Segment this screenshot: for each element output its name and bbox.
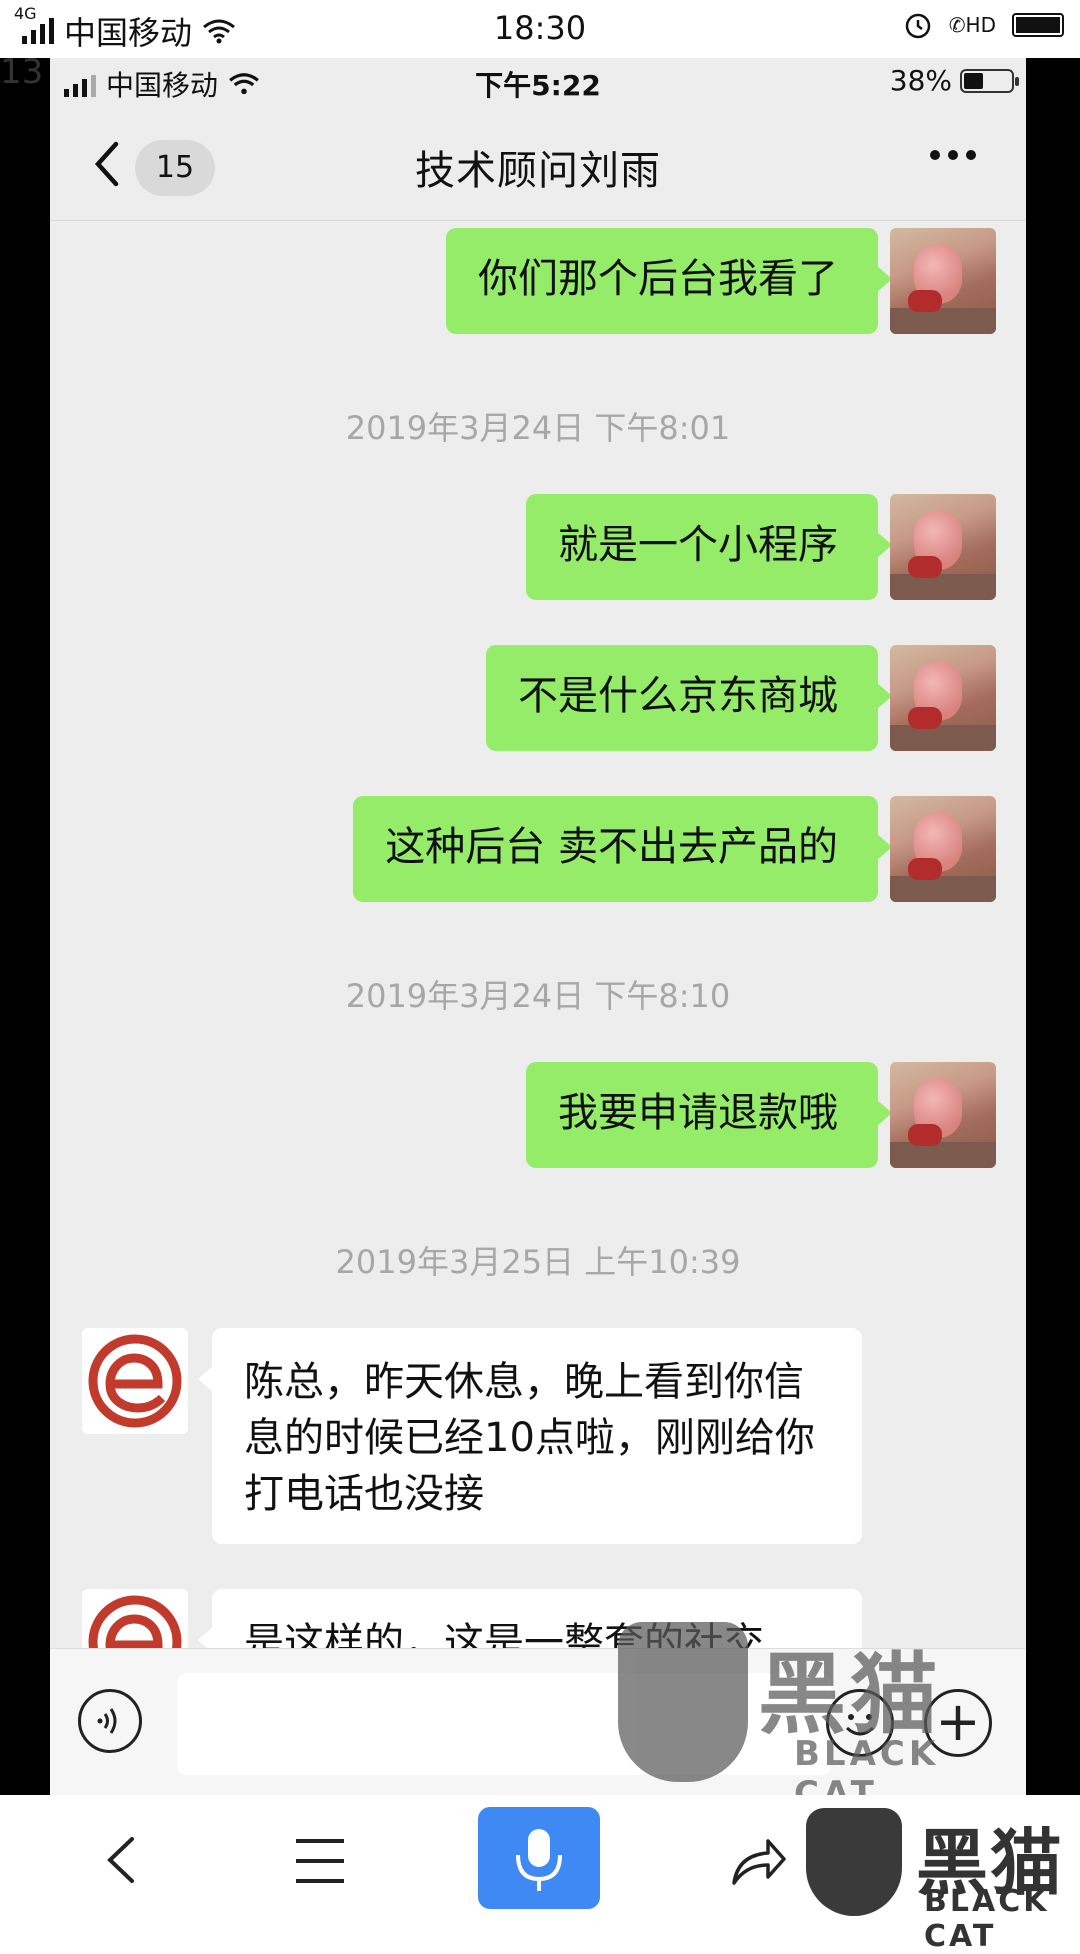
back-arrow-icon[interactable] xyxy=(96,1833,150,1887)
chat-screenshot: 中国移动 下午5:22 38% 15 技术顾问刘雨 你们那个后台我看了 2019… xyxy=(50,58,1026,1795)
message-bubble-incoming[interactable]: 陈总，昨天休息，晚上看到你信息的时候已经10点啦，刚刚给你打电话也没接 xyxy=(198,1328,862,1544)
timestamp: 2019年3月24日 下午8:10 xyxy=(345,977,731,1015)
chat-header: 15 技术顾问刘雨 xyxy=(50,108,1026,221)
my-avatar[interactable] xyxy=(890,1062,996,1168)
message-bubble-outgoing[interactable]: 我要申请退款哦 xyxy=(526,1062,892,1168)
chat-title: 技术顾问刘雨 xyxy=(415,148,661,194)
message-bubble-outgoing[interactable]: 这种后台 卖不出去产品的 xyxy=(353,796,892,902)
cat-shield-icon xyxy=(806,1808,902,1916)
watermark-en: BLACK CAT xyxy=(924,1884,1050,1954)
hd-label: HD xyxy=(965,13,996,37)
side-number: 13 xyxy=(0,52,44,92)
my-avatar[interactable] xyxy=(890,494,996,600)
voice-icon[interactable] xyxy=(78,1689,142,1753)
my-avatar[interactable] xyxy=(890,645,996,751)
message-bubble-outgoing[interactable]: 就是一个小程序 xyxy=(526,494,892,600)
watermark-cn: 黑猫 xyxy=(758,1643,943,1746)
hd-call-icon: ✆HD xyxy=(948,13,996,37)
left-black-border xyxy=(0,58,50,1795)
more-dots-icon[interactable] xyxy=(930,150,976,160)
timestamp: 2019年3月25日 上午10:39 xyxy=(335,1243,741,1281)
alarm-icon xyxy=(905,13,931,39)
my-avatar[interactable] xyxy=(890,228,996,334)
inner-clock: 下午5:22 xyxy=(475,69,601,102)
inner-status-bar: 中国移动 下午5:22 38% xyxy=(50,58,1026,106)
my-avatar[interactable] xyxy=(890,796,996,902)
company-logo-icon xyxy=(88,1334,182,1428)
system-battery-icon xyxy=(1012,13,1064,37)
cat-shield-icon xyxy=(618,1622,748,1782)
contact-avatar[interactable] xyxy=(82,1328,188,1434)
right-black-border xyxy=(1026,58,1080,1795)
timestamp: 2019年3月24日 下午8:01 xyxy=(345,409,731,447)
share-icon[interactable] xyxy=(728,1831,788,1889)
battery-icon xyxy=(960,68,1019,93)
system-status-bar: 4G 中国移动 18:30 ✆HD xyxy=(0,0,1080,58)
blackcat-watermark: 黑猫 BLACK CAT xyxy=(618,1622,1028,1814)
blackcat-watermark-footer: 黑猫 BLACK CAT xyxy=(806,1808,1080,1954)
microphone-icon[interactable] xyxy=(478,1807,600,1909)
menu-icon[interactable] xyxy=(296,1839,344,1883)
message-bubble-outgoing[interactable]: 不是什么京东商城 xyxy=(486,645,892,751)
message-bubble-outgoing[interactable]: 你们那个后台我看了 xyxy=(446,228,892,334)
battery-percent: 38% xyxy=(889,64,952,97)
